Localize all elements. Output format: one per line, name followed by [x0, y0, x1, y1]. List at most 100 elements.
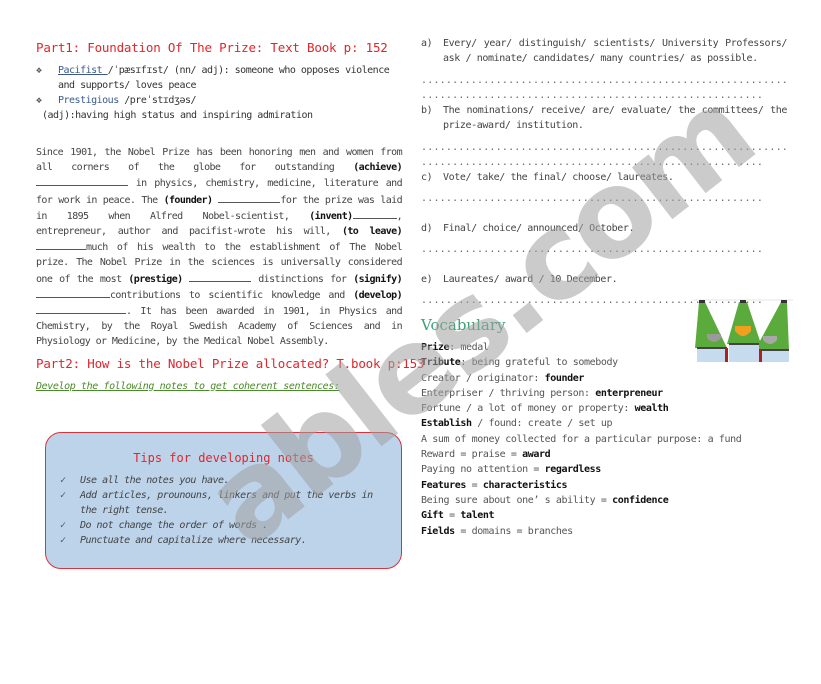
answer-line[interactable]: ........................................… — [421, 88, 787, 103]
vocab-term: Fields — [421, 525, 455, 537]
answer-blank[interactable] — [189, 271, 252, 282]
gap-fill-paragraph: Since 1901, the Nobel Prize has been hon… — [36, 145, 403, 350]
podium-top — [729, 343, 759, 345]
definition-text: /ˈpæsɪfɪst/ (nn/ adj): someone who oppos… — [107, 65, 390, 76]
vocabulary-item: A sum of money collected for a particula… — [421, 432, 787, 447]
vocab-answer: enterpreneur — [595, 387, 663, 399]
vocab-definition: Fortune / a lot of money or property: — [421, 403, 635, 415]
vocabulary-list: Prize: medal Tribute: being grateful to s… — [421, 340, 787, 539]
tip-item: ✓ Add articles, prounouns, linkers and pu… — [60, 488, 389, 518]
podium-second — [697, 348, 727, 362]
podium-side — [759, 350, 762, 362]
definition-pacifist: ❖ Pacifist /ˈpæsɪfɪst/ (nn/ adj): someon… — [36, 63, 402, 93]
vocabulary-item: Enterpriser / thriving person: enterpren… — [421, 386, 787, 401]
podium-top — [759, 349, 789, 351]
vocabulary-item: Paying no attention = regardless — [421, 462, 787, 477]
definition-prestigious: ❖ Prestigious /preˈstɪdʒəs/ — [36, 93, 402, 108]
tips-title: Tips for developing notes — [133, 451, 314, 465]
part2-instruction: Develop the following notes to get coher… — [36, 380, 340, 392]
note-d: d) Final/ choice/ announced/ October. — [421, 221, 787, 236]
vocabulary-item: Being sure about one’ s ability = confid… — [421, 493, 787, 508]
tip-item: ✓ Do not change the order of words . — [60, 518, 389, 533]
vocab-answer: regardless — [544, 464, 602, 476]
vocab-definition: = domains = branches — [454, 525, 573, 537]
word-cue: (prestige) — [128, 273, 183, 285]
vocab-definition: : being grateful to somebody — [460, 357, 618, 369]
word-cue: (to leave) — [341, 226, 403, 238]
podium-trophies-illustration — [693, 299, 793, 362]
vocab-term: Features — [421, 479, 466, 491]
podium-third — [759, 350, 789, 362]
diamond-bullet-icon: ❖ — [36, 65, 42, 76]
note-text: The nominations/ receive/ are/ evaluate/… — [443, 105, 787, 131]
note-letter: c) — [421, 172, 433, 183]
definition-phonetic: /preˈstɪdʒəs/ — [118, 95, 197, 106]
vocab-definition: A sum of money collected for a particula… — [421, 433, 742, 445]
podium-top — [697, 347, 727, 349]
tip-text: Add articles, prounouns, linkers and put… — [80, 490, 373, 516]
answer-blank[interactable] — [36, 239, 86, 251]
vocabulary-item: Features = characteristics — [421, 478, 787, 493]
answer-line[interactable]: ........................................… — [421, 155, 787, 170]
word-cue: (invent) — [309, 210, 353, 222]
tip-text: Do not change the order of words . — [80, 520, 268, 531]
vocab-term: Establish — [421, 418, 472, 430]
spotlight-beam-center — [727, 302, 761, 344]
part1-title: Part1: Foundation Of The Prize: Text Boo… — [36, 40, 388, 55]
answer-line[interactable]: ........................................… — [421, 242, 787, 257]
para-text: distinctions for — [251, 273, 354, 285]
vocab-answer: characteristics — [482, 479, 568, 491]
vocab-definition: Paying no attention = — [421, 464, 545, 476]
check-icon: ✓ — [60, 475, 66, 486]
definition-continuation: (adj):having high status and inspiring a… — [42, 110, 313, 121]
answer-blank[interactable] — [36, 175, 128, 187]
vocab-definition: Being sure about one’ s ability = — [421, 494, 613, 506]
vocab-definition: Creator / originator: — [421, 372, 545, 384]
note-letter: b) — [421, 105, 433, 116]
note-letter: e) — [421, 274, 433, 285]
podium-first — [729, 344, 759, 362]
answer-line[interactable]: ........................................… — [421, 73, 787, 88]
vocabulary-item: Gift = talent — [421, 508, 787, 523]
vocab-definition: : medal — [449, 342, 489, 353]
vocabulary-item: Establish / found: create / set up — [421, 416, 787, 431]
vocabulary-item: Creator / originator: founder — [421, 371, 787, 386]
vocab-answer: founder — [544, 372, 585, 384]
tips-box: Tips for developing notes ✓ Use all the n… — [45, 432, 402, 569]
vocab-answer: wealth — [634, 403, 669, 415]
diamond-bullet-icon: ❖ — [36, 95, 42, 106]
note-text: Every/ year/ distinguish/ scientists/ Un… — [443, 38, 787, 64]
part2-title: Part2: How is the Nobel Prize allocated?… — [36, 355, 425, 371]
answer-line[interactable]: ........................................… — [421, 140, 787, 155]
word-cue: (develop) — [353, 289, 402, 301]
vocab-term: Prize — [421, 342, 450, 353]
spotlight-lamp — [740, 300, 746, 303]
tips-list: ✓ Use all the notes you have. ✓ Add articl… — [46, 473, 401, 548]
vocab-answer: confidence — [612, 494, 669, 506]
vocabulary-item: Reward = praise = award — [421, 447, 787, 462]
answer-blank[interactable] — [352, 208, 397, 219]
word-cue: (achieve) — [353, 162, 402, 174]
vocab-definition: / found: create / set up — [471, 418, 613, 430]
note-a: a) Every/ year/ distinguish/ scientists/… — [421, 36, 787, 66]
vocab-definition: = — [465, 479, 483, 491]
word-cue: (founder) — [163, 194, 213, 206]
vocab-definition: Enterpriser / thriving person: — [421, 387, 596, 399]
vocab-answer: talent — [460, 510, 495, 522]
answer-blank[interactable] — [218, 192, 281, 203]
check-icon: ✓ — [60, 490, 66, 501]
definition-continuation: and supports/ loves peace — [58, 80, 197, 91]
note-text: Final/ choice/ announced/ October. — [443, 223, 635, 234]
note-e: e) Laureates/ award / 10 December. — [421, 272, 787, 287]
note-text: Laureates/ award / 10 December. — [443, 274, 618, 285]
podium-side — [725, 348, 728, 362]
term-prestigious: Prestigious — [58, 95, 119, 106]
note-b: b) The nominations/ receive/ are/ evalua… — [421, 103, 787, 133]
vocab-definition: = — [443, 510, 461, 522]
spotlight-lamp — [781, 300, 787, 303]
answer-blank[interactable] — [36, 303, 126, 315]
answer-blank[interactable] — [36, 287, 110, 298]
answer-line[interactable]: ........................................… — [421, 191, 787, 206]
vocabulary-item: Fields = domains = branches — [421, 524, 787, 539]
tip-text: Punctuate and capitalize where necessary… — [80, 535, 307, 546]
